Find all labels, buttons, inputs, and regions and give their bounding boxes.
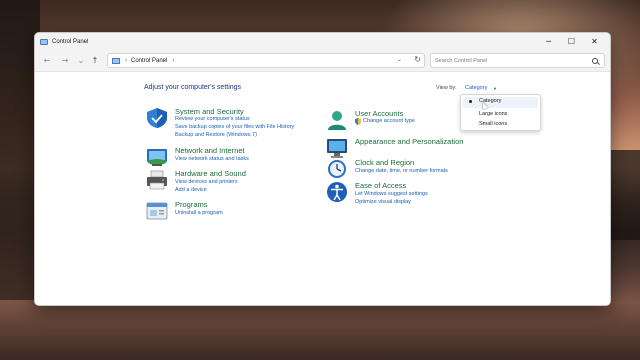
category-link[interactable]: Change date, time, or number formats bbox=[355, 168, 448, 174]
refresh-icon[interactable]: ↻ bbox=[414, 55, 421, 64]
chevron-down-icon[interactable]: ▼ bbox=[493, 86, 497, 91]
category-ease-of-access: Ease of Access Let Windows suggest setti… bbox=[325, 181, 525, 213]
user-icon[interactable] bbox=[325, 109, 349, 131]
category-link[interactable]: Let Windows suggest settings bbox=[355, 191, 428, 197]
breadcrumb-separator: › bbox=[125, 57, 127, 64]
category-link[interactable]: Save backup copies of your files with Fi… bbox=[175, 124, 294, 130]
recent-locations-icon[interactable]: ⌄ bbox=[75, 54, 87, 66]
view-by-menu: Category Large icons Small icons bbox=[460, 94, 541, 131]
breadcrumb-separator[interactable]: › bbox=[172, 58, 174, 64]
category-title[interactable]: Hardware and Sound bbox=[175, 169, 246, 178]
category-title[interactable]: Programs bbox=[175, 200, 208, 209]
minimize-button[interactable]: ─ bbox=[537, 33, 560, 50]
category-link[interactable]: Uninstall a program bbox=[175, 210, 223, 216]
selected-bullet-icon bbox=[469, 100, 472, 103]
category-title[interactable]: User Accounts bbox=[355, 109, 403, 118]
clock-icon[interactable] bbox=[325, 158, 349, 180]
control-panel-icon bbox=[112, 57, 120, 64]
monitor-icon[interactable] bbox=[325, 137, 349, 159]
category-link[interactable]: Backup and Restore (Windows 7) bbox=[175, 132, 257, 138]
category-link[interactable]: Add a device bbox=[175, 187, 207, 193]
accessibility-icon[interactable] bbox=[325, 181, 349, 203]
up-arrow-icon[interactable]: ↑ bbox=[89, 54, 101, 66]
search-icon[interactable] bbox=[592, 57, 598, 64]
view-by-label: View by: bbox=[436, 85, 457, 91]
control-panel-window: Control Panel ─ ☐ ✕ ← → ⌄ ↑ › Control Pa… bbox=[34, 32, 611, 306]
forward-arrow-icon[interactable]: → bbox=[59, 54, 71, 66]
menu-item-large-icons[interactable]: Large icons bbox=[479, 111, 507, 117]
category-link[interactable]: View devices and printers bbox=[175, 179, 238, 185]
shield-icon[interactable] bbox=[145, 107, 169, 129]
shield-icon bbox=[355, 118, 361, 125]
breadcrumb-control-panel[interactable]: Control Panel bbox=[131, 58, 167, 64]
menu-item-small-icons[interactable]: Small icons bbox=[479, 121, 507, 127]
search-box[interactable]: Search Control Panel bbox=[430, 53, 605, 68]
navigation-bar: ← → ⌄ ↑ › Control Panel › ⌄ ↻ Search Con… bbox=[35, 50, 610, 72]
category-title[interactable]: Clock and Region bbox=[355, 158, 414, 167]
category-title[interactable]: Network and Internet bbox=[175, 146, 245, 155]
close-button[interactable]: ✕ bbox=[583, 33, 606, 50]
address-bar[interactable]: › Control Panel › ⌄ ↻ bbox=[107, 53, 425, 68]
view-by-dropdown[interactable]: Category bbox=[465, 85, 487, 91]
control-panel-icon bbox=[40, 38, 48, 45]
network-icon[interactable] bbox=[145, 146, 169, 168]
search-input[interactable]: Search Control Panel bbox=[435, 58, 592, 64]
title-bar[interactable]: Control Panel ─ ☐ ✕ bbox=[35, 33, 610, 50]
category-link[interactable]: Review your computer's status bbox=[175, 116, 250, 122]
back-arrow-icon[interactable]: ← bbox=[41, 54, 53, 66]
category-hardware-sound: Hardware and Sound View devices and prin… bbox=[145, 169, 335, 201]
page-heading: Adjust your computer's settings bbox=[144, 84, 242, 91]
category-link[interactable]: Change account type bbox=[363, 118, 415, 124]
category-title[interactable]: System and Security bbox=[175, 107, 244, 116]
category-title[interactable]: Appearance and Personalization bbox=[355, 137, 463, 146]
category-system-security: System and Security Review your computer… bbox=[145, 107, 335, 147]
printer-icon[interactable] bbox=[145, 169, 169, 191]
category-programs: Programs Uninstall a program bbox=[145, 200, 335, 224]
wallpaper-shore bbox=[610, 150, 640, 240]
category-title[interactable]: Ease of Access bbox=[355, 181, 406, 190]
address-dropdown-icon[interactable]: ⌄ bbox=[397, 56, 402, 63]
category-clock-region: Clock and Region Change date, time, or n… bbox=[325, 158, 525, 182]
window-title: Control Panel bbox=[52, 38, 89, 45]
category-appearance: Appearance and Personalization bbox=[325, 137, 525, 159]
category-link[interactable]: Optimize visual display bbox=[355, 199, 411, 205]
programs-icon[interactable] bbox=[145, 200, 169, 222]
maximize-button[interactable]: ☐ bbox=[560, 33, 583, 50]
category-network-internet: Network and Internet View network status… bbox=[145, 146, 335, 170]
category-link[interactable]: View network status and tasks bbox=[175, 156, 249, 162]
